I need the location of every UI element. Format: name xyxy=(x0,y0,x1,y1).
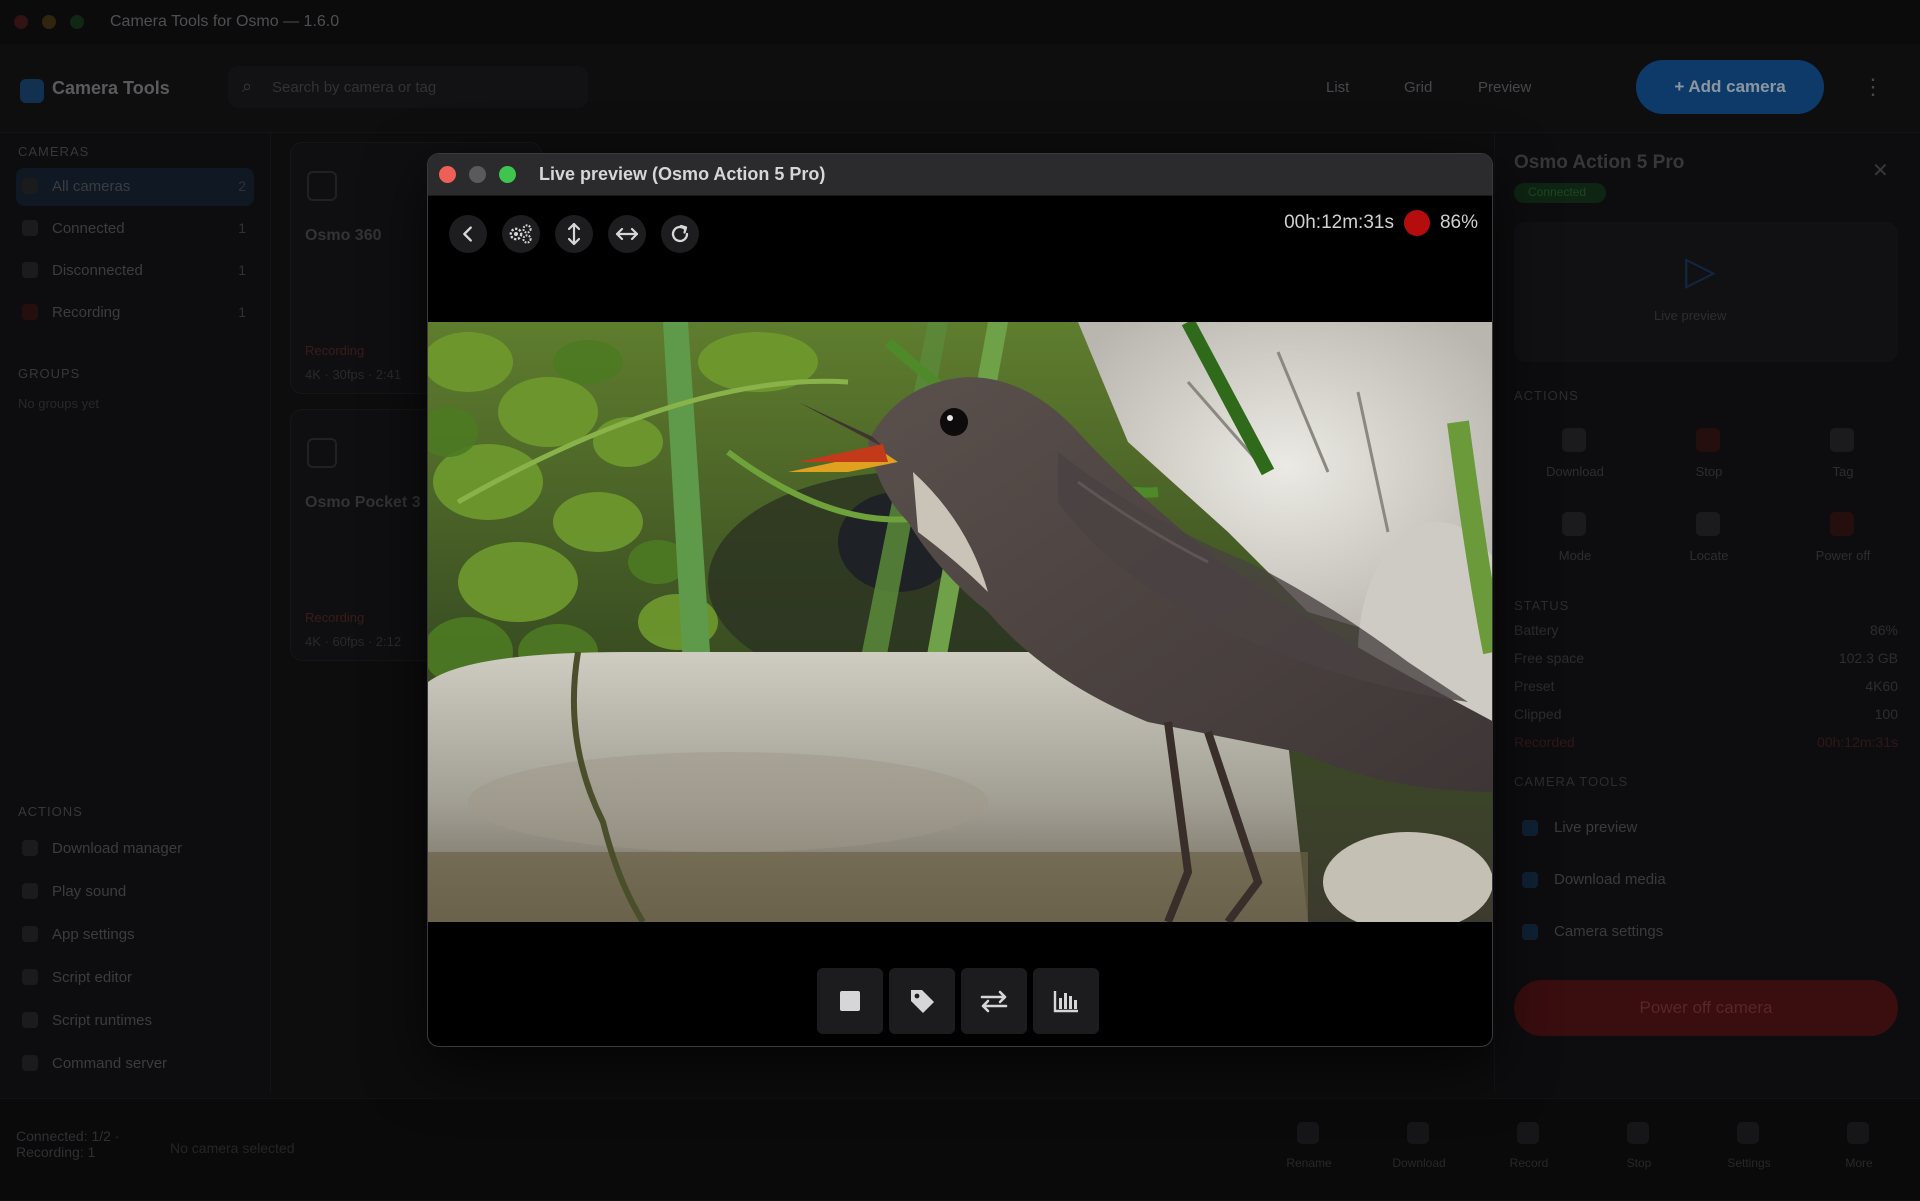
tag-button[interactable] xyxy=(889,968,955,1034)
stop-icon xyxy=(840,991,860,1011)
live-video-feed xyxy=(428,322,1492,922)
levels-icon xyxy=(1053,991,1078,1013)
vertical-arrows-icon xyxy=(567,222,581,246)
refresh-button[interactable] xyxy=(661,215,699,253)
video-frame-image xyxy=(428,322,1492,922)
maximize-button[interactable] xyxy=(499,166,516,183)
tag-icon xyxy=(911,990,934,1013)
recording-indicator-icon xyxy=(1403,210,1430,236)
close-button[interactable] xyxy=(439,166,456,183)
recording-timer: 00h:12m:31s xyxy=(1284,212,1394,233)
refresh-icon xyxy=(671,224,689,243)
flip-vertical-button[interactable] xyxy=(555,215,593,253)
switch-button[interactable] xyxy=(961,968,1027,1034)
live-preview-title: Live preview (Osmo Action 5 Pro) xyxy=(539,164,826,184)
levels-button[interactable] xyxy=(1033,968,1099,1034)
chevron-left-icon xyxy=(463,226,472,242)
swap-icon xyxy=(980,990,1008,1013)
live-preview-titlebar[interactable]: Live preview (Osmo Action 5 Pro) xyxy=(428,154,1492,196)
minimize-button[interactable] xyxy=(469,166,486,183)
preview-controls xyxy=(817,968,1099,1034)
live-preview-window: Live preview (Osmo Action 5 Pro) 00h:12m… xyxy=(427,153,1493,1047)
horizontal-arrows-icon xyxy=(615,227,639,241)
settings-gears-icon xyxy=(509,224,532,244)
recording-status: 00h:12m:31s 86% xyxy=(1284,210,1478,236)
settings-button[interactable] xyxy=(502,215,540,253)
battery-level: 86% xyxy=(1439,212,1478,233)
stop-recording-button[interactable] xyxy=(817,968,883,1034)
back-button[interactable] xyxy=(449,215,487,253)
flip-horizontal-button[interactable] xyxy=(608,215,646,253)
